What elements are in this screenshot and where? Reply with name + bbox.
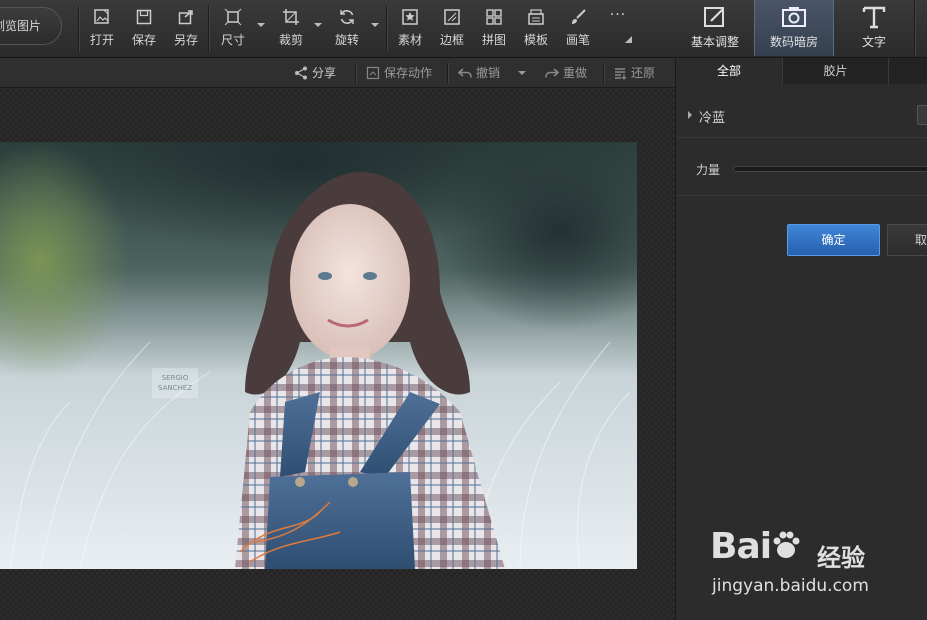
save-button[interactable]: 保存 xyxy=(130,8,158,50)
crop-icon xyxy=(277,8,305,28)
brush-label: 画笔 xyxy=(565,33,590,47)
sticker-button[interactable]: 素材 xyxy=(396,8,424,50)
baidu-logo-text-bai: Bai xyxy=(710,526,772,567)
edited-photo: SERGIO SANCHEZ xyxy=(0,142,637,569)
restore-label: 还原 xyxy=(631,66,656,80)
template-icon xyxy=(522,8,550,28)
text-t-icon xyxy=(861,4,887,30)
open-button[interactable]: 打开 xyxy=(88,8,116,50)
restore-button[interactable]: 还原 xyxy=(613,64,655,81)
redo-label: 重做 xyxy=(563,66,588,80)
top-toolbar: 浏览图片 打开 保存 另存 尺寸 裁剪 旋转 素材 边框 拼图 xyxy=(0,0,927,58)
more-tools-label: ··· xyxy=(609,7,627,23)
sticker-icon xyxy=(396,8,424,28)
action-divider xyxy=(355,63,356,83)
resize-dropdown-icon[interactable] xyxy=(257,23,265,27)
photo-watermark-line2: SANCHEZ xyxy=(158,384,192,392)
filter-row[interactable]: 冷蓝 xyxy=(676,94,927,138)
undo-button[interactable]: 撤销 xyxy=(457,64,501,81)
tab-more[interactable] xyxy=(889,58,927,84)
collage-button[interactable]: 拼图 xyxy=(480,8,508,50)
tab-all[interactable]: 全部 xyxy=(676,58,783,84)
image-canvas[interactable]: SERGIO SANCHEZ xyxy=(0,89,675,620)
baidu-logo: Bai xyxy=(710,526,801,567)
save-as-icon xyxy=(172,8,200,28)
rotate-icon xyxy=(333,8,361,28)
action-bar: 分享 保存动作 撤销 重做 还原 xyxy=(0,58,675,88)
strength-label: 力量 xyxy=(696,163,721,177)
toolbar-divider xyxy=(208,6,209,52)
confirm-button[interactable]: 确定 xyxy=(787,224,880,256)
save-action-button[interactable]: 保存动作 xyxy=(366,64,432,81)
redo-icon xyxy=(545,68,560,78)
browse-images-button[interactable]: 浏览图片 xyxy=(0,7,62,45)
save-as-label: 另存 xyxy=(173,33,198,47)
collage-icon xyxy=(480,8,508,28)
crop-dropdown-icon[interactable] xyxy=(314,23,322,27)
share-icon xyxy=(295,66,307,80)
open-label: 打开 xyxy=(89,33,114,47)
frame-label: 边框 xyxy=(439,33,464,47)
basic-adjust-icon xyxy=(702,4,728,30)
filter-name: 冷蓝 xyxy=(699,111,726,126)
undo-dropdown-icon[interactable] xyxy=(518,71,526,75)
jingyan-url: jingyan.baidu.com xyxy=(712,576,869,596)
undo-label: 撤销 xyxy=(476,66,501,80)
share-button[interactable]: 分享 xyxy=(294,64,336,81)
frame-icon xyxy=(438,8,466,28)
strength-slider[interactable] xyxy=(733,166,927,172)
baidu-jingyan-watermark: Bai 经验 jingyan.baidu.com xyxy=(710,520,910,600)
collage-label: 拼图 xyxy=(481,33,506,47)
filter-options-box[interactable] xyxy=(917,105,927,125)
save-icon xyxy=(130,8,158,28)
toolbar-divider xyxy=(914,0,915,56)
rotate-button[interactable]: 旋转 xyxy=(333,8,361,50)
photo-watermark-line1: SERGIO xyxy=(162,374,189,382)
tab-basic-adjust[interactable]: 基本调整 xyxy=(676,0,754,56)
toolbar-divider xyxy=(78,6,79,52)
action-divider xyxy=(447,63,448,83)
frame-button[interactable]: 边框 xyxy=(438,8,466,50)
crop-label: 裁剪 xyxy=(278,33,303,47)
text-label: 文字 xyxy=(861,35,886,49)
redo-button[interactable]: 重做 xyxy=(545,64,587,81)
template-label: 模板 xyxy=(523,33,548,47)
rotate-label: 旋转 xyxy=(334,33,359,47)
more-tools-corner-icon[interactable] xyxy=(625,36,632,43)
brush-icon xyxy=(564,8,592,28)
paw-icon xyxy=(771,528,801,558)
action-divider xyxy=(603,63,604,83)
open-image-icon xyxy=(88,8,116,28)
filter-category-tabs: 全部 胶片 xyxy=(676,58,927,84)
save-action-icon xyxy=(366,66,380,80)
template-button[interactable]: 模板 xyxy=(522,8,550,50)
rotate-dropdown-icon[interactable] xyxy=(371,23,379,27)
expand-arrow-icon[interactable] xyxy=(688,111,692,119)
tab-text[interactable]: 文字 xyxy=(834,0,914,56)
resize-label: 尺寸 xyxy=(220,33,245,47)
basic-adjust-label: 基本调整 xyxy=(690,35,739,49)
darkroom-camera-icon xyxy=(781,4,807,30)
tab-film[interactable]: 胶片 xyxy=(783,58,889,84)
save-as-button[interactable]: 另存 xyxy=(172,8,200,50)
resize-icon xyxy=(219,8,247,28)
resize-button[interactable]: 尺寸 xyxy=(219,8,247,50)
girl-portrait-photo: SERGIO SANCHEZ xyxy=(0,142,637,569)
darkroom-label: 数码暗房 xyxy=(769,35,818,49)
sticker-label: 素材 xyxy=(397,33,422,47)
cancel-button[interactable]: 取消 xyxy=(887,224,927,256)
crop-button[interactable]: 裁剪 xyxy=(277,8,305,50)
tab-darkroom[interactable]: 数码暗房 xyxy=(754,0,834,56)
jingyan-label: 经验 xyxy=(817,544,865,572)
brush-button[interactable]: 画笔 xyxy=(564,8,592,50)
share-label: 分享 xyxy=(312,66,337,80)
save-action-label: 保存动作 xyxy=(384,66,433,80)
undo-icon xyxy=(457,68,472,78)
restore-icon xyxy=(615,68,627,80)
strength-slider-row: 力量 xyxy=(676,146,927,196)
save-label: 保存 xyxy=(131,33,156,47)
toolbar-divider xyxy=(386,6,387,52)
